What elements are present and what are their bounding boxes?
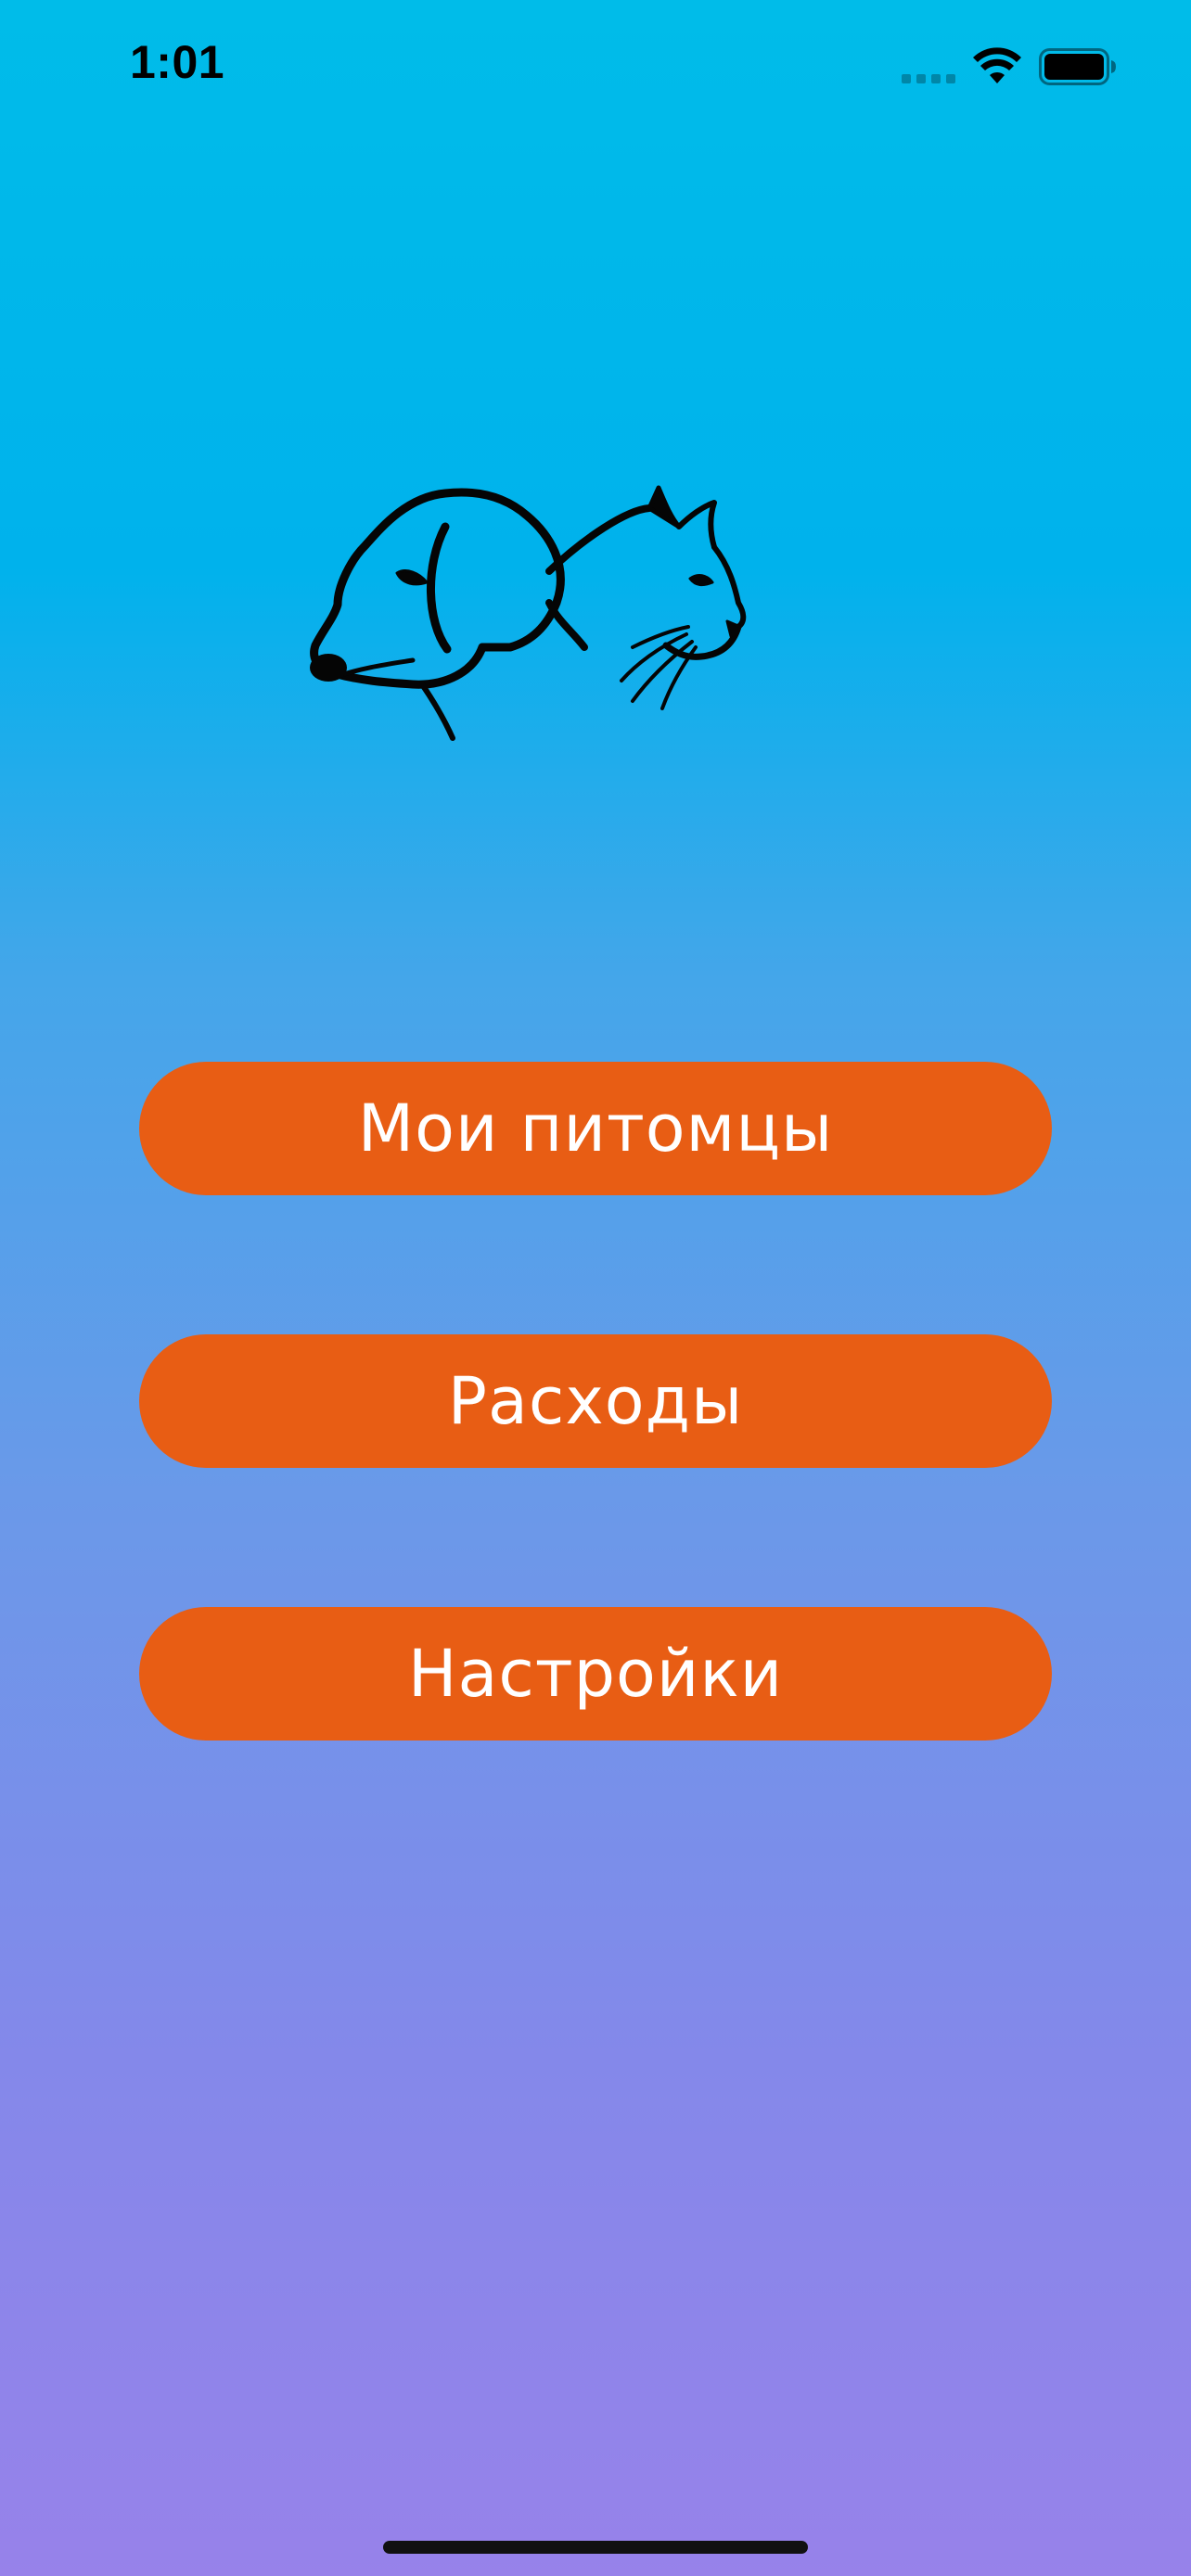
battery-icon	[1039, 48, 1116, 85]
settings-button[interactable]: Настройки	[139, 1607, 1052, 1741]
dog-and-cat-logo-icon	[310, 485, 747, 741]
status-time: 1:01	[130, 36, 225, 88]
wifi-icon	[973, 47, 1021, 83]
status-bar: 1:01	[0, 0, 1191, 139]
my-pets-button[interactable]: Мои питомцы	[139, 1062, 1052, 1195]
home-indicator[interactable]	[383, 2541, 808, 2554]
cellular-signal-icon	[902, 74, 959, 83]
main-menu: Мои питомцы Расходы Настройки	[139, 1062, 1052, 1880]
expenses-button[interactable]: Расходы	[139, 1334, 1052, 1468]
